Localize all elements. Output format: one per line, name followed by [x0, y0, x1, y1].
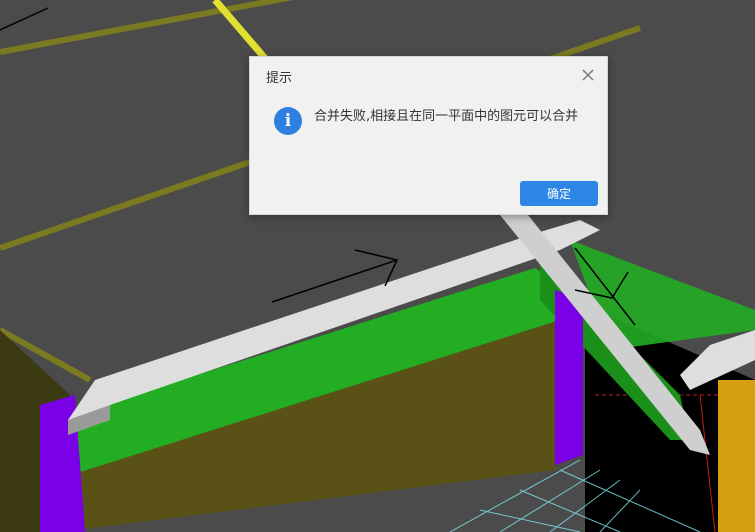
close-icon[interactable]: [579, 66, 597, 84]
dialog-message: 合并失败,相接且在同一平面中的图元可以合并: [314, 109, 579, 124]
column-purple-right: [555, 290, 583, 465]
alert-dialog: 提示 i 合并失败,相接且在同一平面中的图元可以合并 确定: [249, 56, 608, 215]
info-icon: i: [274, 107, 302, 135]
dialog-title: 提示: [266, 71, 293, 86]
column-gold: [718, 380, 755, 532]
ok-button[interactable]: 确定: [520, 181, 598, 206]
